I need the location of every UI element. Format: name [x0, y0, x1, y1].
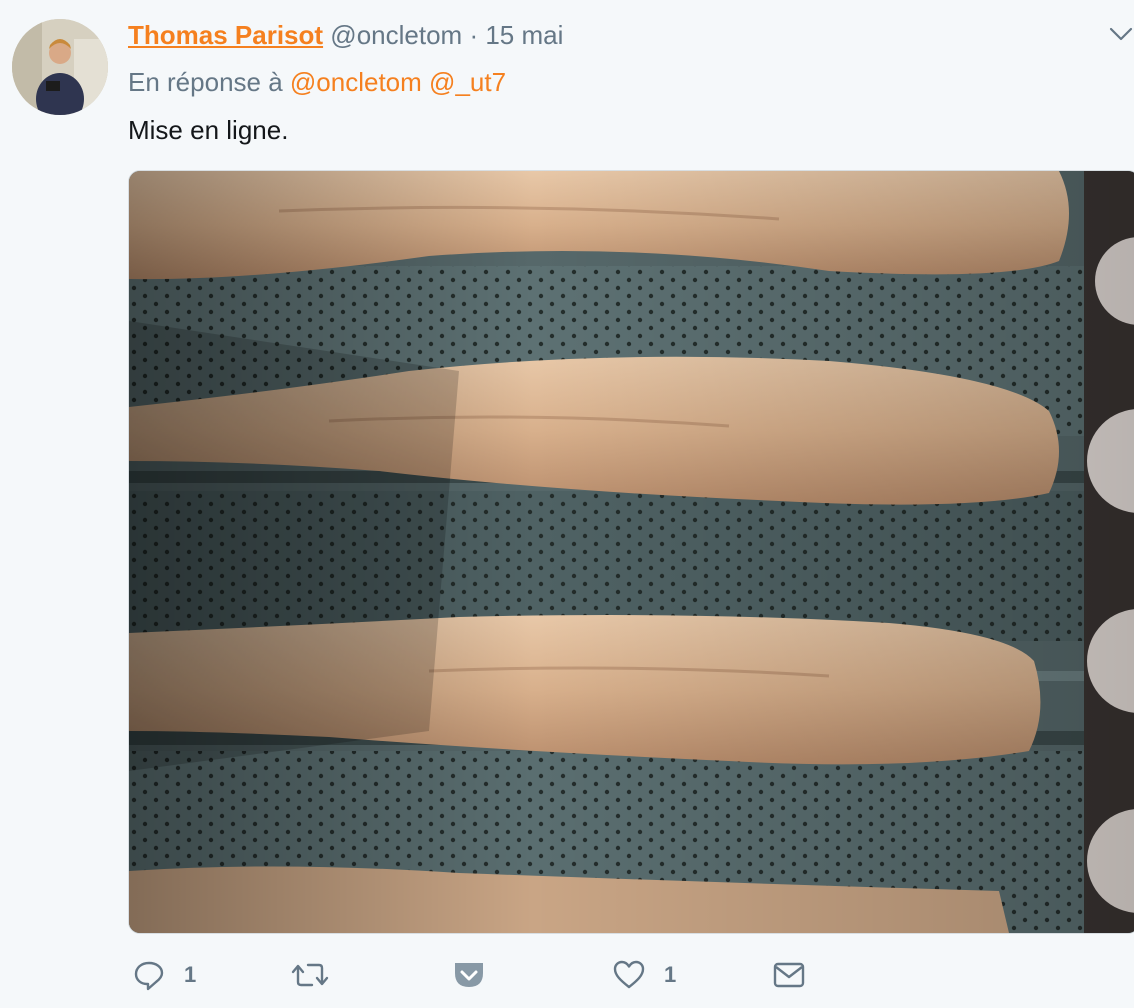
- reply-context: En réponse à @oncletom @_ut7: [128, 64, 506, 100]
- direct-message-button[interactable]: [772, 950, 806, 1000]
- like-button[interactable]: 1: [612, 950, 676, 1000]
- reply-mention[interactable]: @oncletom: [290, 67, 422, 97]
- pocket-icon: [452, 958, 486, 992]
- tweet-actions: 1 1: [0, 950, 1134, 1000]
- reply-mention[interactable]: @_ut7: [429, 67, 506, 97]
- tweet-text: Mise en ligne.: [128, 115, 289, 145]
- reply-icon: [132, 958, 166, 992]
- retweet-icon: [290, 958, 330, 992]
- save-to-pocket-button[interactable]: [452, 950, 486, 1000]
- reply-button[interactable]: 1: [132, 950, 196, 1000]
- retweet-button[interactable]: [290, 950, 330, 1000]
- reply-prefix: En réponse à: [128, 67, 283, 97]
- reply-count: 1: [184, 962, 197, 987]
- header-separator: ·: [469, 20, 479, 50]
- chevron-down-icon[interactable]: [1108, 24, 1134, 44]
- tweet-photo[interactable]: [128, 170, 1134, 934]
- envelope-icon: [772, 958, 806, 992]
- author-handle[interactable]: @oncletom: [330, 20, 462, 50]
- author-name[interactable]: Thomas Parisot: [128, 20, 323, 50]
- tweet-header: Thomas Parisot @oncletom · 15 mai: [128, 17, 563, 53]
- like-count: 1: [664, 962, 677, 987]
- heart-icon: [612, 958, 646, 992]
- tweet-date[interactable]: 15 mai: [485, 20, 563, 50]
- avatar[interactable]: [12, 19, 108, 115]
